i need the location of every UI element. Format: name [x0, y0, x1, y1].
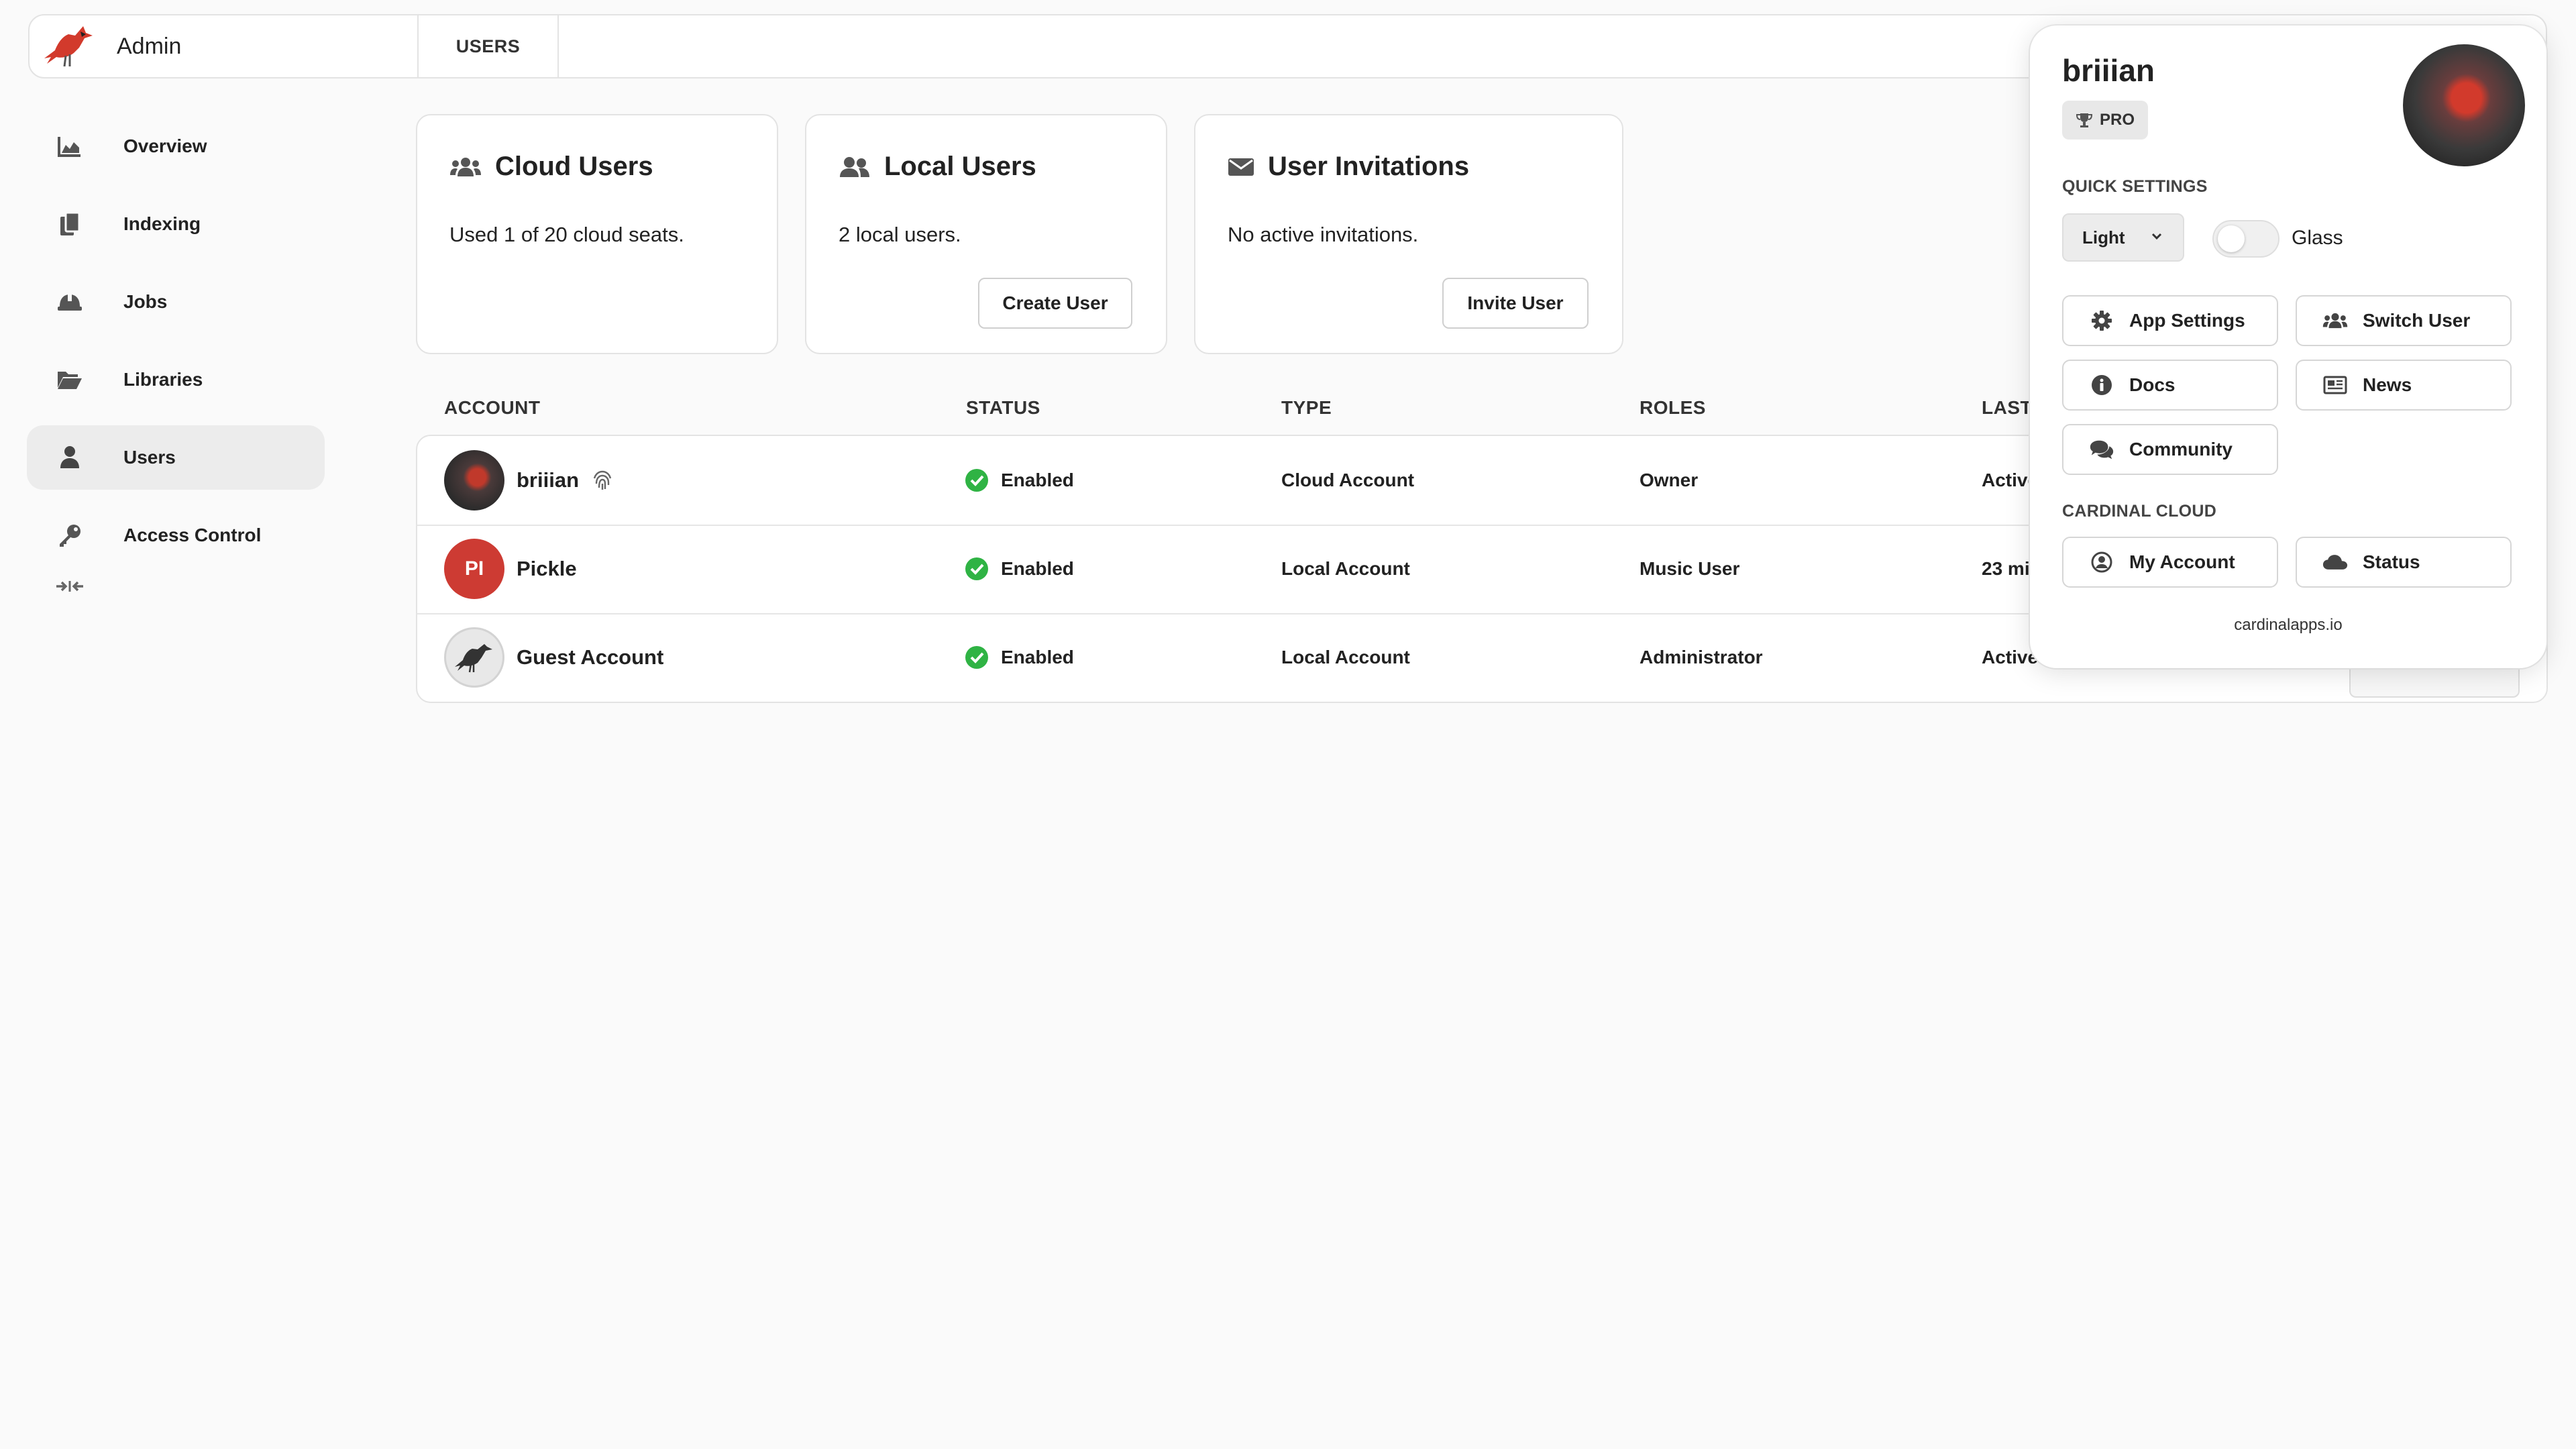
column-header-roles[interactable]: ROLES	[1640, 397, 1706, 419]
pro-badge: PRO	[2062, 101, 2149, 140]
users-icon	[2322, 311, 2348, 331]
column-header-type[interactable]: TYPE	[1281, 397, 1332, 419]
account-type: Local Account	[1281, 558, 1410, 579]
folder-open-icon	[55, 369, 85, 390]
trophy-icon	[2076, 112, 2093, 128]
sidebar-item-label: Jobs	[123, 291, 168, 312]
column-header-account[interactable]: ACCOUNT	[444, 397, 541, 419]
sidebar-item-access-control[interactable]: Access Control	[27, 503, 325, 568]
brand[interactable]: Admin	[30, 15, 419, 77]
cardinal-cloud-heading: CARDINAL CLOUD	[2062, 502, 2217, 521]
account-type: Local Account	[1281, 647, 1410, 667]
sidebar-item-label: Overview	[123, 136, 207, 156]
account-role: Owner	[1640, 470, 1699, 490]
check-circle-icon	[965, 646, 988, 669]
local-users-count-text: 2 local users.	[839, 223, 961, 246]
cloud-status-button[interactable]: Status	[2296, 537, 2512, 588]
sidebar: Overview Indexing Jobs Libraries Users A…	[27, 114, 325, 593]
avatar	[444, 450, 504, 511]
local-users-card: Local Users 2 local users. Create User	[805, 114, 1167, 354]
account-name[interactable]: Pickle	[517, 557, 577, 581]
column-header-last[interactable]: LAST	[1982, 397, 2032, 419]
user-menu-popover: briiian PRO QUICK SETTINGS Light Glass A…	[2030, 25, 2546, 668]
sidebar-item-label: Libraries	[123, 369, 203, 390]
status-text: Enabled	[1001, 647, 1074, 667]
user-circle-icon	[2089, 551, 2114, 573]
app-settings-button[interactable]: App Settings	[2062, 295, 2278, 346]
invite-user-button[interactable]: Invite User	[1442, 278, 1589, 329]
app-title: Admin	[117, 33, 182, 59]
key-icon	[55, 523, 85, 547]
theme-select[interactable]: Light	[2062, 213, 2184, 262]
avatar	[444, 627, 504, 688]
account-name[interactable]: briiian	[517, 468, 579, 492]
column-header-status[interactable]: STATUS	[966, 397, 1040, 419]
newspaper-icon	[2322, 376, 2348, 394]
cardinalapps-link[interactable]: cardinalapps.io	[2030, 616, 2546, 635]
account-role: Administrator	[1640, 647, 1763, 667]
user-icon	[55, 445, 85, 470]
user-invitations-card: User Invitations No active invitations. …	[1194, 114, 1623, 354]
account-type: Cloud Account	[1281, 470, 1415, 490]
cloud-seats-text: Used 1 of 20 cloud seats.	[449, 223, 684, 246]
popover-username: briiian	[2062, 53, 2155, 88]
check-circle-icon	[965, 557, 988, 580]
info-circle-icon	[2089, 374, 2114, 396]
card-title: User Invitations	[1268, 152, 1470, 181]
chevron-down-icon	[2151, 233, 2162, 240]
sidebar-item-users[interactable]: Users	[27, 425, 325, 490]
fingerprint-icon	[591, 469, 614, 492]
hard-hat-icon	[55, 292, 85, 312]
sidebar-item-indexing[interactable]: Indexing	[27, 192, 325, 256]
status-text: Enabled	[1001, 558, 1074, 579]
glass-toggle-label: Glass	[2292, 227, 2343, 249]
sidebar-item-label: Access Control	[123, 525, 262, 545]
quick-settings-heading: QUICK SETTINGS	[2062, 177, 2208, 196]
bird-icon	[455, 644, 492, 673]
files-icon	[55, 211, 85, 237]
compress-arrows-icon[interactable]	[55, 580, 85, 593]
create-user-button[interactable]: Create User	[978, 278, 1132, 329]
tab-users[interactable]: USERS	[419, 15, 559, 77]
envelope-icon	[1228, 156, 1254, 178]
gear-icon	[2089, 310, 2114, 331]
docs-button[interactable]: Docs	[2062, 360, 2278, 411]
user-friends-icon	[839, 156, 871, 178]
popover-avatar[interactable]	[2403, 44, 2525, 166]
switch-user-button[interactable]: Switch User	[2296, 295, 2512, 346]
account-role: Music User	[1640, 558, 1740, 579]
status-text: Enabled	[1001, 470, 1074, 490]
sidebar-item-overview[interactable]: Overview	[27, 114, 325, 178]
sidebar-item-label: Users	[123, 447, 176, 468]
check-circle-icon	[965, 469, 988, 492]
account-name[interactable]: Guest Account	[517, 645, 663, 669]
invitations-text: No active invitations.	[1228, 223, 1419, 246]
comments-icon	[2089, 439, 2114, 460]
glass-toggle[interactable]	[2212, 220, 2279, 258]
community-button[interactable]: Community	[2062, 424, 2278, 475]
card-title: Cloud Users	[495, 152, 653, 181]
sidebar-item-libraries[interactable]: Libraries	[27, 347, 325, 412]
news-button[interactable]: News	[2296, 360, 2512, 411]
cloud-icon	[2322, 553, 2348, 572]
last-active: 23 mi	[1982, 558, 2030, 579]
users-icon	[449, 156, 482, 178]
chart-area-icon	[55, 136, 85, 157]
cardinal-logo-icon	[42, 22, 97, 70]
sidebar-item-jobs[interactable]: Jobs	[27, 270, 325, 334]
avatar: PI	[444, 539, 504, 599]
my-account-button[interactable]: My Account	[2062, 537, 2278, 588]
cloud-users-card: Cloud Users Used 1 of 20 cloud seats.	[416, 114, 778, 354]
sidebar-item-label: Indexing	[123, 213, 201, 234]
card-title: Local Users	[884, 152, 1036, 181]
